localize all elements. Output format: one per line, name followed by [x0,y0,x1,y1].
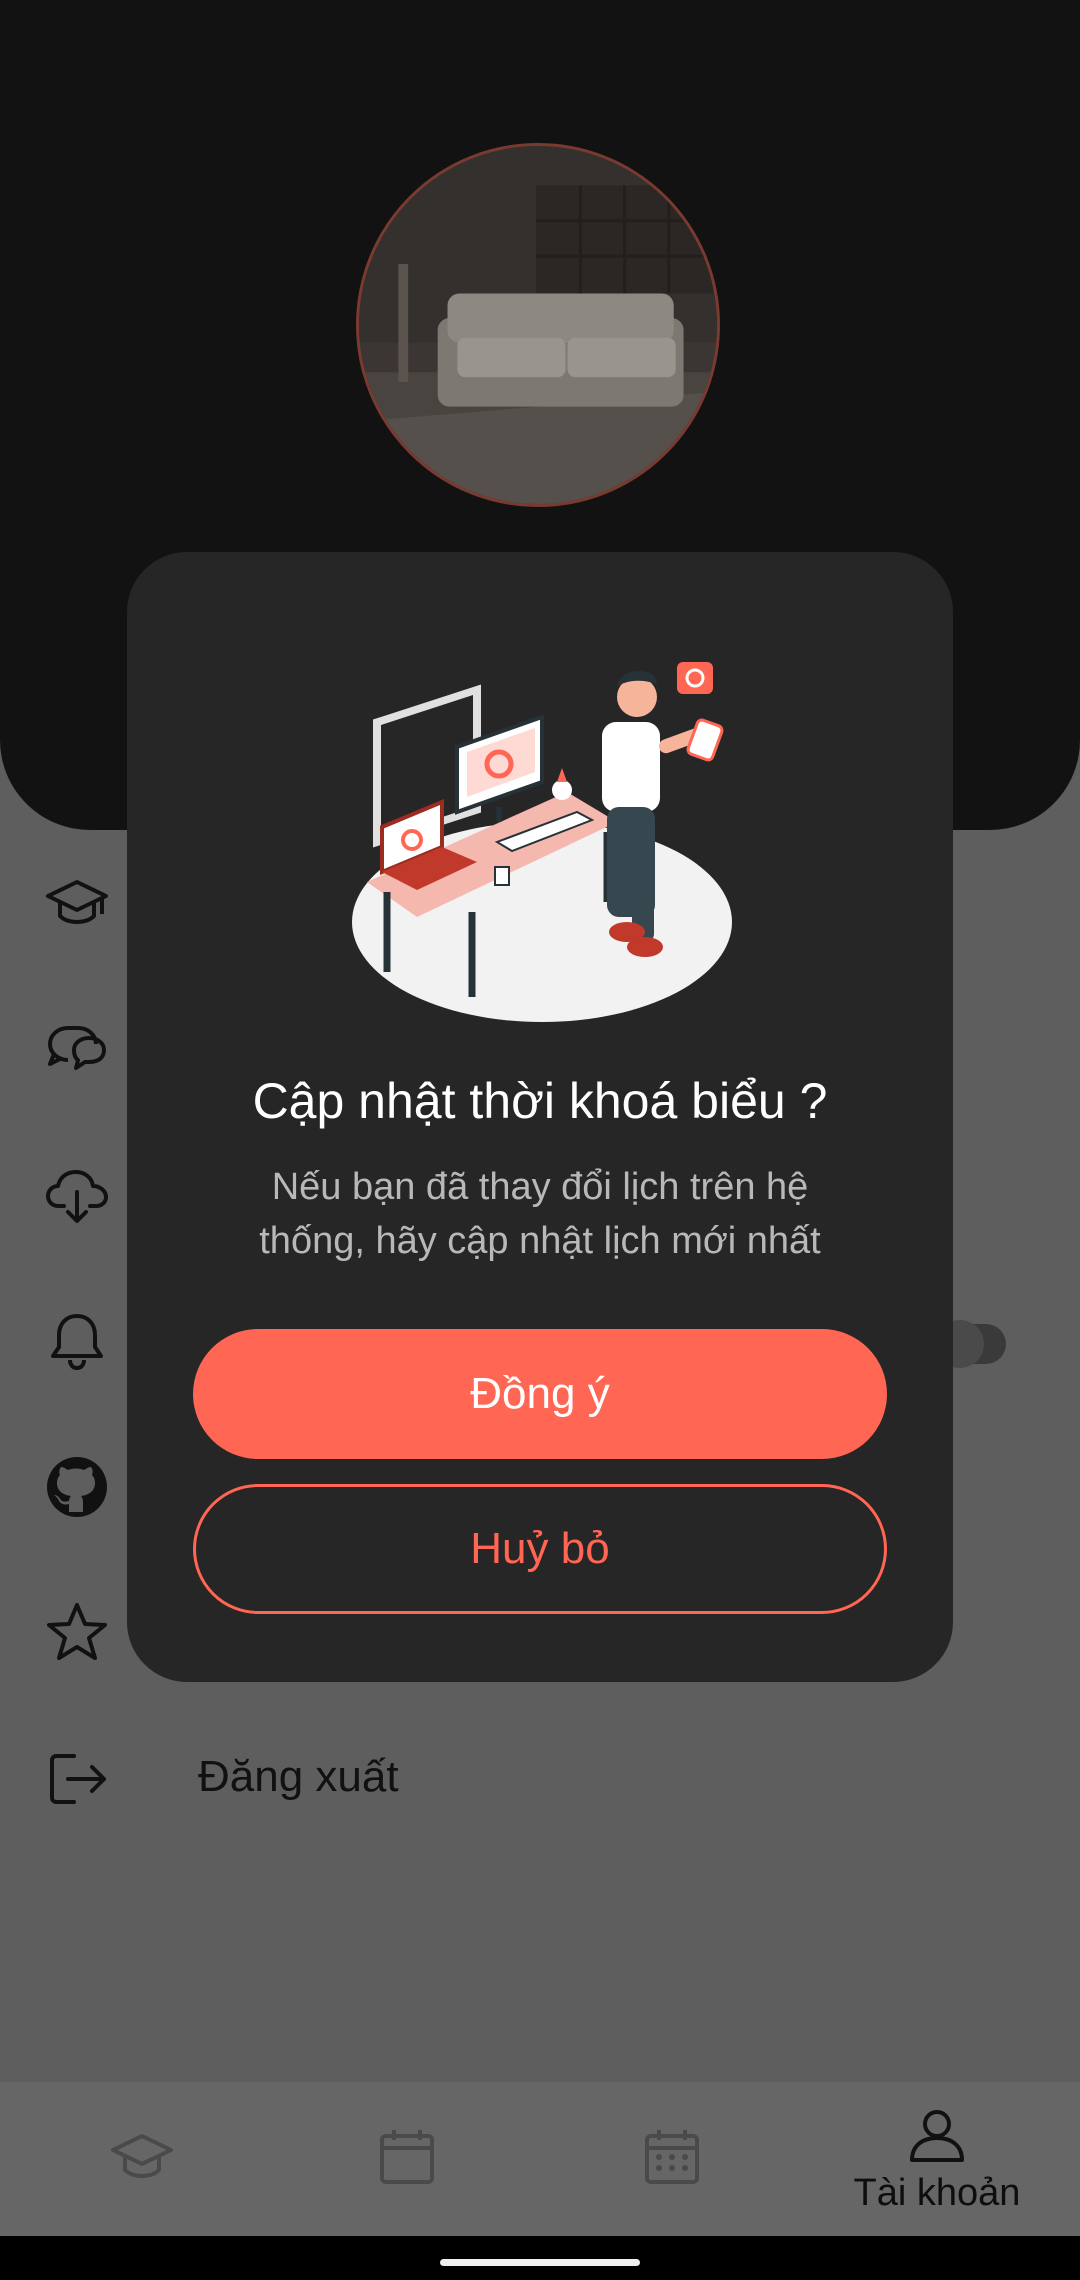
bell-icon [44,1308,110,1374]
update-schedule-dialog: Cập nhật thời khoá biểu ? Nếu bạn đã tha… [127,552,953,1682]
user-icon [904,2102,970,2168]
nav-tab-schedule[interactable] [537,2082,807,2236]
nav-label-account: Tài khoản [853,2172,1021,2214]
dialog-message-line-2: thống, hãy cập nhật lịch mới nhất [259,1220,821,1262]
confirm-button[interactable]: Đồng ý [193,1329,887,1459]
nav-tab-calendar[interactable] [272,2082,542,2236]
graduation-cap-icon [109,2124,175,2190]
home-indicator[interactable] [440,2259,640,2266]
dialog-message-line-1: Nếu bạn đã thay đổi lịch trên hệ [271,1166,809,1208]
developer-desk-illustration [347,642,747,1032]
github-icon [44,1454,110,1520]
bottom-navigation: Tài khoản [0,2082,1080,2236]
dialog-message: Nếu bạn đã thay đổi lịch trên hệ thống, … [187,1160,893,1268]
dialog-title: Cập nhật thời khoá biểu ? [252,1073,828,1129]
avatar[interactable] [356,143,720,507]
cloud-download-icon [44,1162,110,1228]
menu-item-logout[interactable]: Đăng xuất [0,1708,1080,1854]
chat-bubbles-icon [44,1016,110,1082]
star-icon [44,1600,110,1666]
avatar-photo [359,146,717,504]
logout-label: Đăng xuất [198,1752,399,1801]
calendar-grid-icon [639,2124,705,2190]
logout-icon [44,1746,110,1812]
calendar-icon [374,2124,440,2190]
cancel-button[interactable]: Huỷ bỏ [193,1484,887,1614]
graduation-cap-icon [44,870,110,936]
nav-tab-courses[interactable] [7,2082,277,2236]
system-navigation-bar [0,2236,1080,2280]
nav-tab-account[interactable]: Tài khoản [802,2082,1072,2236]
